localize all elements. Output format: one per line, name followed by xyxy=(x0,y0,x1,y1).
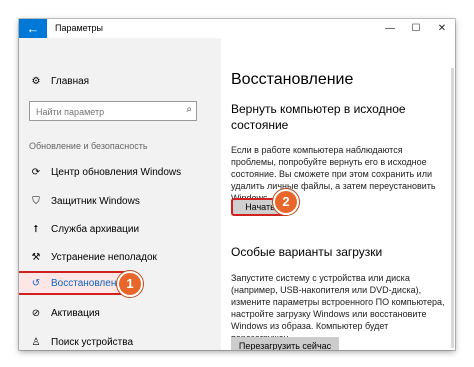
backup-icon: ⭡ xyxy=(33,223,39,235)
minimize-button[interactable]: — xyxy=(377,19,403,38)
advanced-heading: Особые варианты загрузки xyxy=(231,245,383,259)
sidebar-item-troubleshoot[interactable]: ⚒ Устранение неполадок xyxy=(29,247,157,267)
gear-icon: ⚙ xyxy=(31,75,41,87)
close-button[interactable]: ✕ xyxy=(429,19,455,38)
sidebar-item-label: Главная xyxy=(51,75,90,87)
refresh-icon: ⟳ xyxy=(31,166,41,178)
restart-now-button[interactable]: Перезагрузить сейчас xyxy=(231,337,339,350)
sidebar-item-activation[interactable]: ⊘ Активация xyxy=(29,303,100,323)
search-box: ⌕ xyxy=(29,101,197,121)
history-icon: ↺ xyxy=(31,277,41,289)
sidebar-item-find-device[interactable]: ♙ Поиск устройства xyxy=(29,332,134,350)
shield-icon: ⛉ xyxy=(32,195,40,207)
sidebar-item-label: Центр обновления Windows xyxy=(51,166,182,178)
sidebar-item-label: Активация xyxy=(51,307,100,319)
sidebar-item-label: Служба архивации xyxy=(51,223,140,235)
window-title: Параметры xyxy=(55,23,103,33)
advanced-description: Запустите систему с устройства или диска… xyxy=(231,273,445,343)
reset-heading: Вернуть компьютер в исходное состояние xyxy=(231,102,406,132)
scrollbar[interactable] xyxy=(451,68,454,348)
sidebar-item-recovery[interactable]: ↺ Восстановление xyxy=(29,273,128,293)
person-icon: ♙ xyxy=(31,336,41,348)
maximize-button[interactable]: ☐ xyxy=(403,19,429,38)
main-content: Восстановление Вернуть компьютер в исход… xyxy=(221,38,455,350)
sidebar-item-backup[interactable]: ⭡ Служба архивации xyxy=(29,219,139,239)
sidebar-item-defender[interactable]: ⛉ Защитник Windows xyxy=(29,191,140,211)
sidebar-item-label: Устранение неполадок xyxy=(51,251,157,263)
reset-description: Если в работе компьютера наблюдаются про… xyxy=(231,145,436,203)
sidebar-item-label: Защитник Windows xyxy=(51,195,140,207)
check-circle-icon: ⊘ xyxy=(31,307,41,319)
sidebar-item-label: Поиск устройства xyxy=(51,336,134,348)
wrench-icon: ⚒ xyxy=(31,251,41,263)
back-arrow-icon[interactable]: ← xyxy=(19,19,47,38)
settings-window: ← Параметры — ☐ ✕ ⚙ Главная ⌕ Обновление… xyxy=(19,19,455,350)
step-1-badge: 1 xyxy=(117,271,143,297)
page-title: Восстановление xyxy=(231,71,354,88)
title-bar: ← Параметры — ☐ ✕ xyxy=(19,19,455,38)
step-2-badge: 2 xyxy=(273,189,299,215)
search-input[interactable] xyxy=(30,103,176,121)
search-icon[interactable]: ⌕ xyxy=(186,104,192,115)
sidebar: ⚙ Главная ⌕ Обновление и безопасность ⟳ … xyxy=(19,38,221,350)
section-title: Обновление и безопасность xyxy=(29,141,148,151)
sidebar-item-update[interactable]: ⟳ Центр обновления Windows xyxy=(29,162,181,182)
sidebar-item-home[interactable]: ⚙ Главная xyxy=(29,71,90,91)
